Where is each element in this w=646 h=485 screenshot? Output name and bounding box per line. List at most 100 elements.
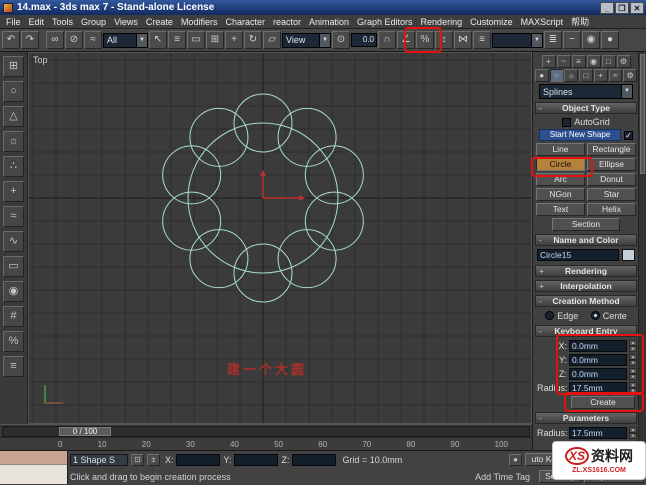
- hierarchy-tab-icon[interactable]: ≡: [571, 55, 586, 68]
- splines-dropdown[interactable]: Splines ▼: [539, 84, 633, 99]
- angle-snap-icon[interactable]: ∠: [397, 31, 415, 49]
- section-button[interactable]: Section: [552, 218, 620, 231]
- lights-category-icon[interactable]: ☼: [564, 69, 579, 82]
- rollout-parameters[interactable]: - Parameters: [535, 412, 637, 424]
- minimize-button[interactable]: _: [600, 1, 614, 14]
- coordinate-field[interactable]: [291, 453, 336, 466]
- menu-item-file[interactable]: File: [2, 17, 25, 27]
- rectangle-button[interactable]: Rectangle: [587, 143, 636, 156]
- keyboard-entry-field[interactable]: 0.0mm: [569, 367, 627, 380]
- particles-tab-icon[interactable]: ∴: [3, 156, 24, 177]
- lights-cameras-tab-icon[interactable]: ☼: [3, 131, 24, 152]
- keyboard-entry-field[interactable]: 17.5mm: [569, 381, 627, 394]
- spinner-down-icon[interactable]: ▼: [629, 359, 637, 366]
- layer-manager-icon[interactable]: ≣: [544, 31, 562, 49]
- autogrid-checkbox[interactable]: [562, 117, 572, 127]
- use-center-icon[interactable]: ⊙: [332, 31, 350, 49]
- select-and-link-icon[interactable]: ∞: [46, 31, 64, 49]
- named-selection-dropdown[interactable]: ▼: [492, 32, 543, 48]
- coordinate-field[interactable]: [233, 453, 278, 466]
- geometry-category-icon[interactable]: ●: [534, 69, 549, 82]
- render-scene-icon[interactable]: ●: [601, 31, 619, 49]
- maxscript-tab-icon[interactable]: ≡: [3, 356, 24, 377]
- parameters-field[interactable]: 17.5mm: [569, 426, 627, 439]
- cameras-category-icon[interactable]: □: [579, 69, 593, 82]
- shapes-category-icon[interactable]: ○: [549, 69, 564, 82]
- rollout-interpolation[interactable]: + Interpolation: [535, 280, 637, 292]
- coordinate-field[interactable]: [175, 453, 220, 466]
- menu-item-帮助[interactable]: 帮助: [567, 15, 593, 28]
- objects-tab-icon[interactable]: ⊞: [3, 56, 24, 77]
- compounds-tab-icon[interactable]: △: [3, 106, 24, 127]
- spinner-icon[interactable]: ▲ ▼: [629, 367, 637, 380]
- viewport-top[interactable]: Top 建一个大圆: [28, 52, 532, 424]
- circle-button[interactable]: Circle: [536, 158, 585, 171]
- spinner-down-icon[interactable]: ▼: [629, 387, 637, 394]
- time-slider-track[interactable]: 0 / 100: [2, 425, 530, 437]
- star-button[interactable]: Star: [587, 188, 636, 201]
- menu-item-edit[interactable]: Edit: [25, 17, 49, 27]
- menu-item-customize[interactable]: Customize: [466, 17, 517, 27]
- select-and-move-icon[interactable]: +: [225, 31, 243, 49]
- material-editor-icon[interactable]: ◉: [582, 31, 600, 49]
- curve-editor-icon[interactable]: ~: [563, 31, 581, 49]
- rollout-rendering[interactable]: + Rendering: [535, 265, 637, 277]
- create-tab-icon[interactable]: +: [541, 55, 556, 68]
- spinner-icon[interactable]: ▲ ▼: [629, 353, 637, 366]
- spinner-snap-icon[interactable]: ↕: [435, 31, 453, 49]
- creation-method-edge[interactable]: Edge: [545, 311, 578, 321]
- menu-item-modifiers[interactable]: Modifiers: [177, 17, 222, 27]
- snaps-toggle-icon[interactable]: ∩: [378, 31, 396, 49]
- absolute-mode-icon[interactable]: ±: [147, 453, 160, 466]
- lock-selection-icon[interactable]: ⊡: [131, 453, 144, 466]
- keyboard-entry-field[interactable]: 0.0mm: [569, 339, 627, 352]
- listener-macro-pane[interactable]: [0, 451, 67, 465]
- menu-item-animation[interactable]: Animation: [305, 17, 353, 27]
- line-button[interactable]: Line: [536, 143, 585, 156]
- align-icon[interactable]: ≡: [473, 31, 491, 49]
- modify-tab-icon[interactable]: ~: [556, 55, 571, 68]
- helix-button[interactable]: Helix: [587, 203, 636, 216]
- utilities-tab-icon[interactable]: %: [3, 331, 24, 352]
- utilities-tab-icon[interactable]: ⚙: [616, 55, 631, 68]
- spinner-icon[interactable]: ▲ ▼: [629, 426, 637, 439]
- maxscript-mini-listener[interactable]: [0, 451, 68, 484]
- reference-coordinate-dropdown[interactable]: View ▼: [282, 32, 331, 48]
- rect-selection-region-icon[interactable]: ▭: [187, 31, 205, 49]
- select-object-icon[interactable]: ↖: [149, 31, 167, 49]
- object-name-field[interactable]: Circle15: [537, 249, 619, 261]
- modifiers-tab-icon[interactable]: ∿: [3, 231, 24, 252]
- object-color-swatch[interactable]: [622, 249, 635, 261]
- select-and-rotate-icon[interactable]: ↻: [244, 31, 262, 49]
- percent-snap-icon[interactable]: %: [416, 31, 434, 49]
- ngon-button[interactable]: NGon: [536, 188, 585, 201]
- rollout-object-type[interactable]: - Object Type: [535, 102, 637, 114]
- start-new-shape-button[interactable]: Start New Shape: [539, 129, 621, 141]
- key-icon[interactable]: ●: [509, 453, 522, 466]
- space-warps-tab-icon[interactable]: ≈: [3, 206, 24, 227]
- display-tab-icon[interactable]: □: [601, 55, 616, 68]
- panel-scrollbar[interactable]: [638, 52, 646, 450]
- menu-item-graph-editors[interactable]: Graph Editors: [353, 17, 417, 27]
- listener-output-pane[interactable]: [0, 465, 67, 484]
- menu-item-views[interactable]: Views: [110, 17, 142, 27]
- selection-filter-dropdown[interactable]: All ▼: [103, 32, 148, 48]
- donut-button[interactable]: Donut: [587, 173, 636, 186]
- start-new-shape-checkbox[interactable]: ✓: [624, 130, 633, 140]
- spinner-down-icon[interactable]: ▼: [629, 345, 637, 352]
- menu-item-character[interactable]: Character: [221, 17, 269, 27]
- spinner-icon[interactable]: ▲ ▼: [629, 339, 637, 352]
- motion-tab-icon[interactable]: ◉: [586, 55, 601, 68]
- menu-item-create[interactable]: Create: [142, 17, 177, 27]
- menu-item-reactor[interactable]: reactor: [269, 17, 305, 27]
- bind-to-space-warp-icon[interactable]: ≈: [84, 31, 102, 49]
- undo-icon[interactable]: ↶: [2, 31, 20, 49]
- rollout-creation-method[interactable]: - Creation Method: [535, 295, 637, 307]
- systems-category-icon[interactable]: ⚙: [623, 69, 638, 82]
- menu-item-group[interactable]: Group: [77, 17, 110, 27]
- keyboard-entry-field[interactable]: 0.0mm: [569, 353, 627, 366]
- unlink-selection-icon[interactable]: ⊘: [65, 31, 83, 49]
- helpers-tab-icon[interactable]: +: [3, 181, 24, 202]
- offset-readout-field[interactable]: 0.0: [351, 33, 377, 47]
- spinner-icon[interactable]: ▲ ▼: [629, 381, 637, 394]
